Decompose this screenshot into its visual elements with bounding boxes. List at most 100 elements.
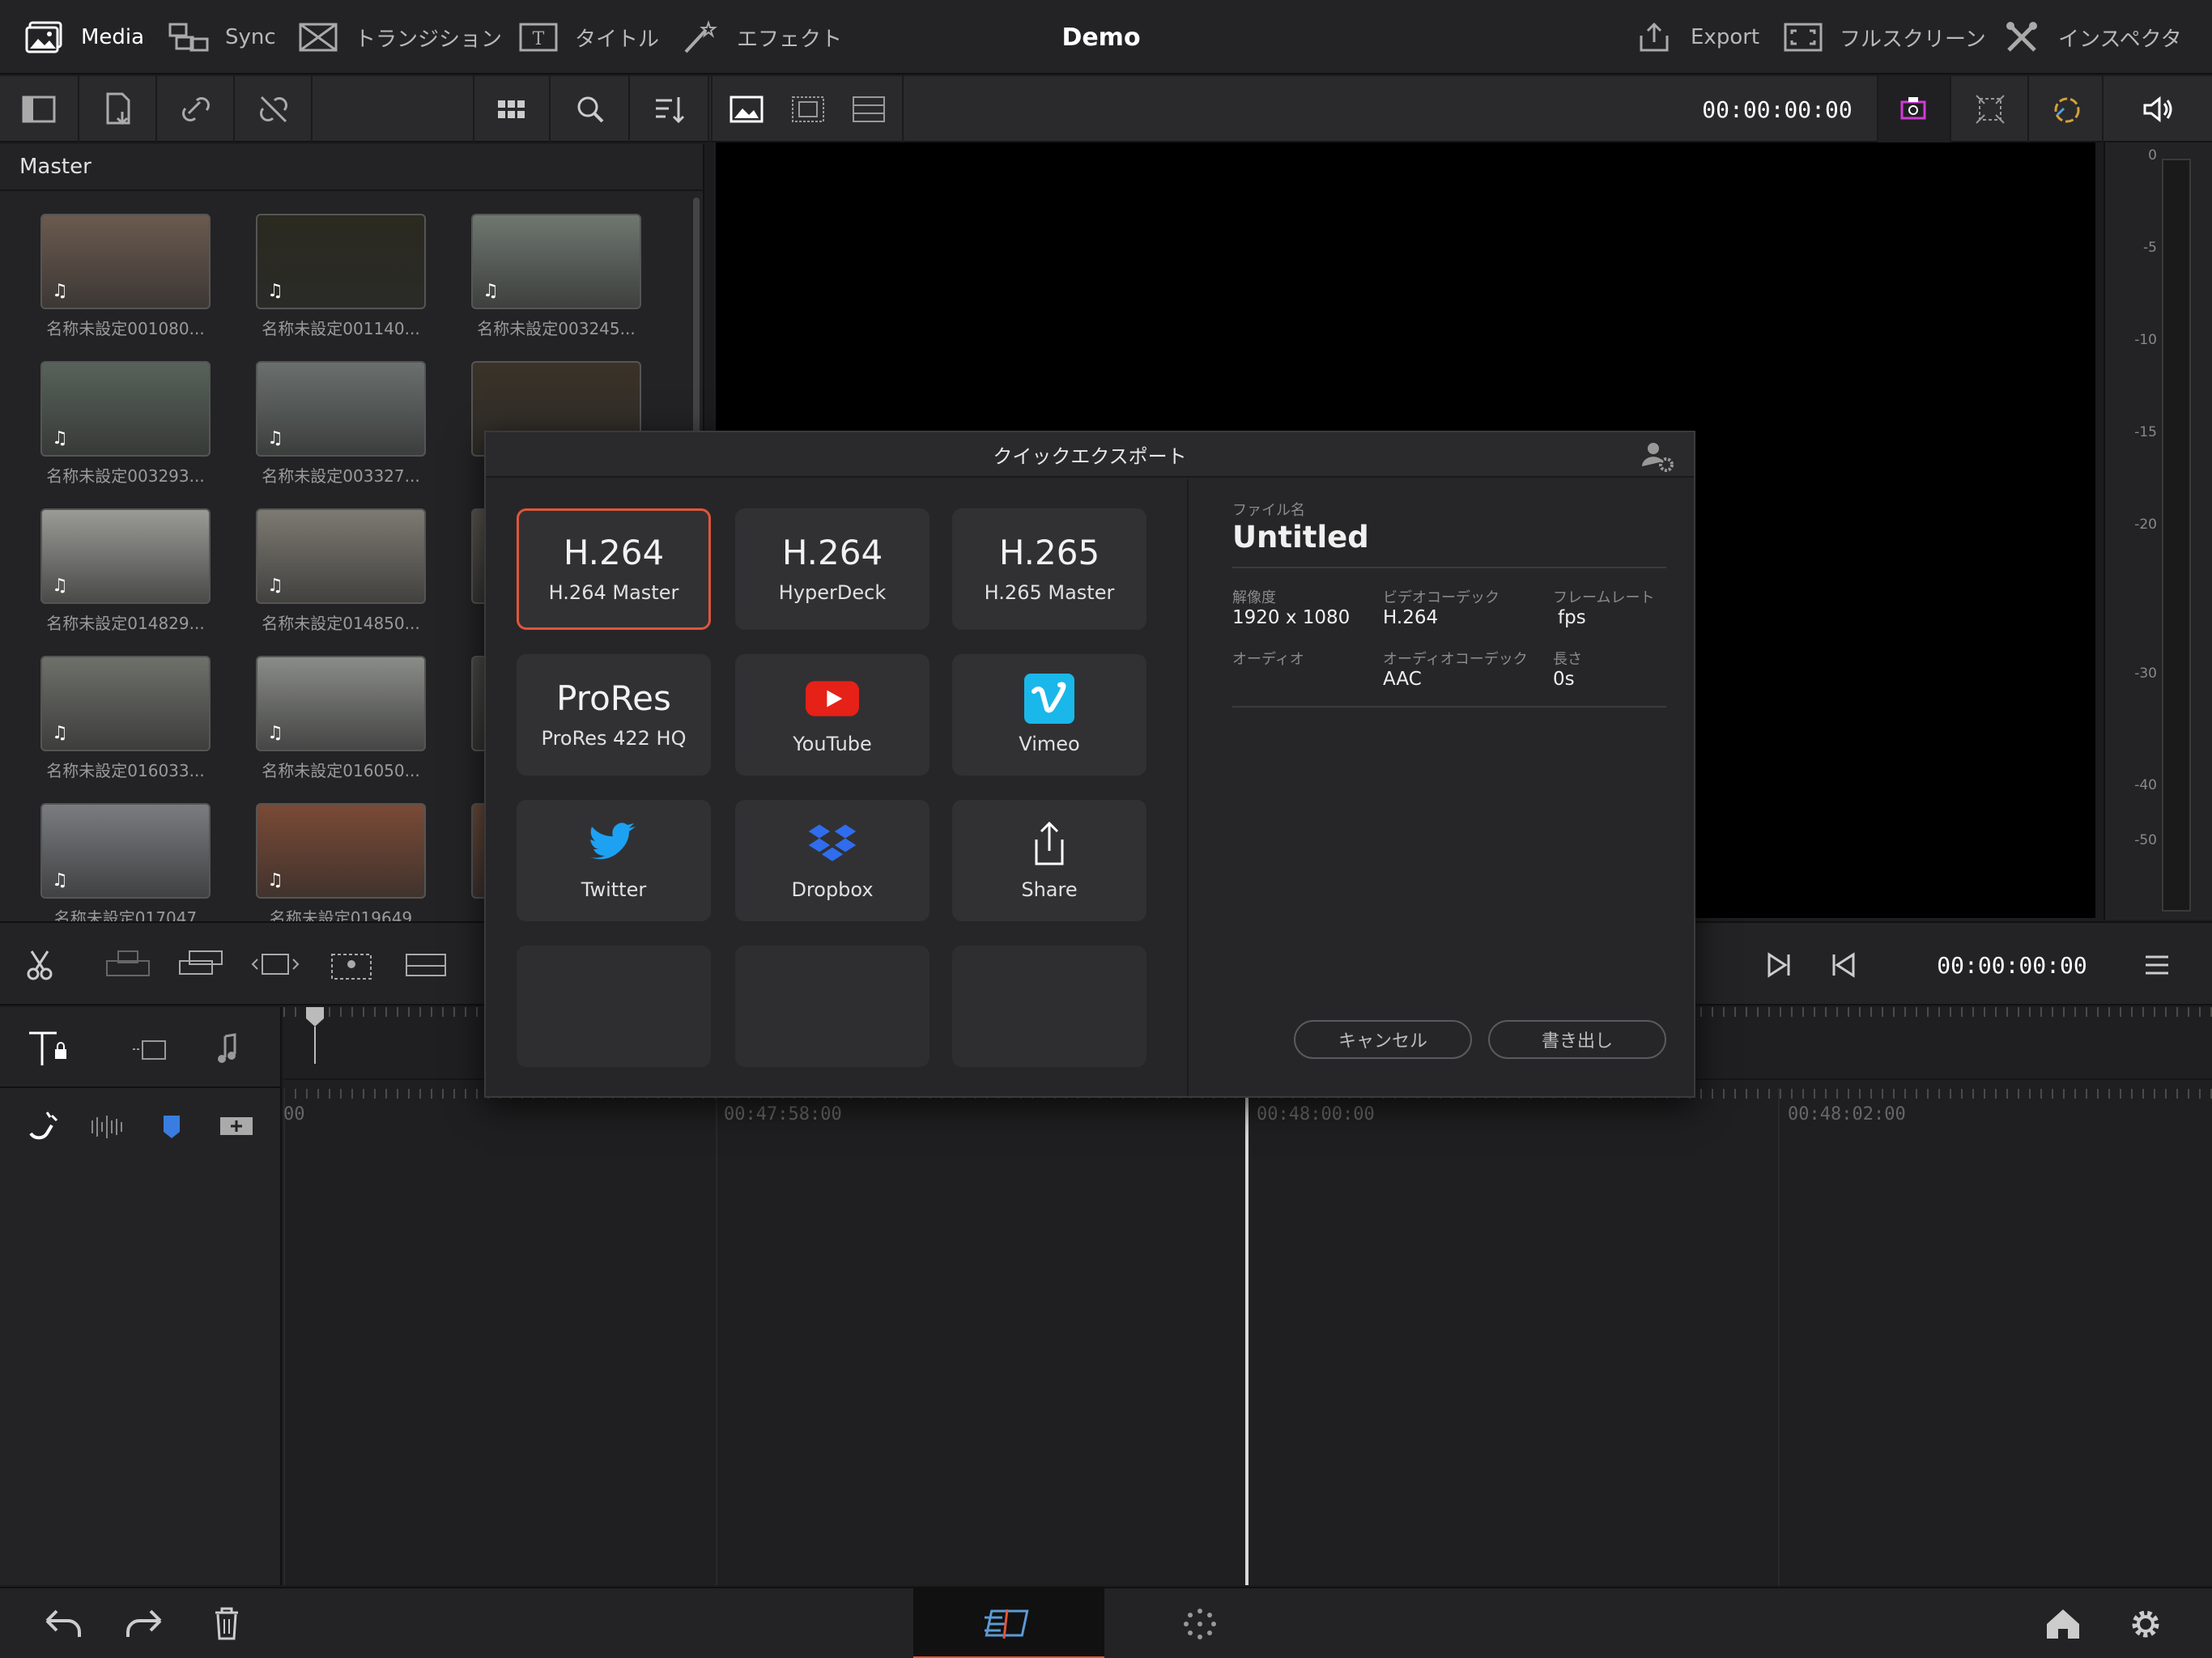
preset-h264-master[interactable]: H.264 H.264 Master <box>517 508 711 630</box>
clip-item[interactable]: ♫ 名称未設定016050... <box>248 656 434 781</box>
blade-button[interactable] <box>16 941 65 989</box>
preset-share[interactable]: Share <box>952 800 1146 921</box>
insert-clip-button[interactable] <box>104 941 152 989</box>
clip-item[interactable]: ♫ 名称未設定016033... <box>32 656 219 781</box>
safe-area-button[interactable] <box>781 76 836 142</box>
toggle-sidebar-button[interactable] <box>0 76 79 142</box>
fullscreen-button[interactable]: フルスクリーン <box>1781 0 1986 74</box>
camera-source-button[interactable] <box>1877 76 1951 142</box>
transition-tab[interactable]: トランジション <box>296 0 502 74</box>
still-view-button[interactable] <box>711 76 781 142</box>
clip-thumbnail: ♫ <box>256 803 426 899</box>
preset-h265-master[interactable]: H.265 H.265 Master <box>952 508 1146 630</box>
clip-item[interactable]: ♫ 名称未設定017047 <box>32 803 219 929</box>
place-on-top-button[interactable] <box>327 941 376 989</box>
preset-vimeo[interactable]: Vimeo <box>952 654 1146 776</box>
clip-item[interactable]: ♫ 名称未設定001140... <box>248 214 434 339</box>
clip-item[interactable]: ♫ 名称未設定003293... <box>32 361 219 487</box>
twitter-icon <box>587 820 640 869</box>
export-button[interactable]: Export <box>1632 0 1759 74</box>
overlay-button[interactable] <box>836 76 904 142</box>
effect-tab[interactable]: エフェクト <box>678 0 842 74</box>
playhead-line[interactable] <box>1245 1098 1249 1585</box>
audio-waveform-button[interactable] <box>84 1104 130 1150</box>
clip-item[interactable]: ♫ 名称未設定003327... <box>248 361 434 487</box>
audio-label: オーディオ <box>1232 651 1304 668</box>
clip-item[interactable]: ♫ 名称未設定014829... <box>32 508 219 634</box>
audio-note-icon: ♫ <box>52 428 68 449</box>
toolbar: 00:00:00:00 <box>0 76 2212 142</box>
cancel-button[interactable]: キャンセル <box>1294 1020 1472 1059</box>
preset-label: Dropbox <box>791 878 874 901</box>
replace-clip-button[interactable] <box>251 941 300 989</box>
audio-track-button[interactable] <box>201 1027 257 1075</box>
preset-twitter[interactable]: Twitter <box>517 800 711 921</box>
clip-thumbnail: ♫ <box>40 508 211 604</box>
marker-button[interactable] <box>149 1104 194 1150</box>
preset-empty-slot <box>735 946 929 1067</box>
search-button[interactable] <box>552 76 630 142</box>
clip-item[interactable]: ♫ 名称未設定003245... <box>463 214 649 339</box>
track-lock-button[interactable] <box>24 1027 89 1075</box>
transform-button[interactable] <box>1953 76 2029 142</box>
export-confirm-button[interactable]: 書き出し <box>1488 1020 1666 1059</box>
settings-button[interactable] <box>2121 1600 2170 1648</box>
clip-item[interactable]: ♫ 名称未設定019649 <box>248 803 434 929</box>
undo-button[interactable] <box>39 1603 87 1645</box>
append-button[interactable] <box>402 941 450 989</box>
add-track-button[interactable] <box>212 1104 261 1150</box>
media-tab[interactable]: Media <box>23 0 144 74</box>
title-tab[interactable]: T タイトル <box>517 0 659 74</box>
color-effects-button[interactable] <box>2031 76 2104 142</box>
snap-button[interactable] <box>19 1104 65 1150</box>
title-tab-label: タイトル <box>575 27 660 52</box>
clip-thumbnail: ♫ <box>256 656 426 751</box>
meter-tick: -5 <box>2143 240 2157 256</box>
sync-tab[interactable]: Sync <box>167 0 276 74</box>
link-button[interactable] <box>159 76 235 142</box>
resolution-value: 1920 x 1080 <box>1232 607 1351 628</box>
media-pool-scrollbar[interactable] <box>693 198 700 440</box>
preset-empty-slot <box>952 946 1146 1067</box>
image-icon <box>730 96 764 123</box>
cut-page-tab[interactable] <box>1174 1600 1226 1648</box>
dialog-settings-button[interactable] <box>1640 439 1676 474</box>
edit-page-icon <box>985 1609 1029 1639</box>
sync-tab-label: Sync <box>225 25 276 49</box>
delete-button[interactable] <box>202 1603 251 1645</box>
duration-label: 長さ <box>1553 651 1582 668</box>
preset-youtube[interactable]: YouTube <box>735 654 929 776</box>
sort-button[interactable] <box>632 76 709 142</box>
transition-icon <box>296 19 340 55</box>
preset-label: Share <box>1021 878 1078 901</box>
import-button[interactable] <box>81 76 157 142</box>
preset-hyperdeck[interactable]: H.264 HyperDeck <box>735 508 929 630</box>
clip-name: 名称未設定003327... <box>262 466 420 486</box>
preset-dropbox[interactable]: Dropbox <box>735 800 929 921</box>
next-edit-button[interactable] <box>1755 941 1804 989</box>
magnet-icon <box>29 1112 58 1140</box>
redo-button[interactable] <box>120 1603 168 1645</box>
clip-thumbnail: ♫ <box>256 214 426 309</box>
bin-title: Master <box>19 155 91 179</box>
playhead-top[interactable] <box>303 1007 327 1064</box>
home-button[interactable] <box>2039 1600 2087 1648</box>
preset-label: HyperDeck <box>778 581 887 605</box>
grid-view-button[interactable] <box>473 76 551 142</box>
top-menu-bar: Media Sync トランジション T タイトル エフェクト Demo Exp… <box>0 0 2212 74</box>
clip-item[interactable]: ♫ 名称未設定014850... <box>248 508 434 634</box>
clip-name: 名称未設定014829... <box>46 614 205 633</box>
video-track-button[interactable] <box>130 1027 186 1075</box>
edit-page-tab[interactable] <box>913 1588 1104 1658</box>
menu-button[interactable] <box>2133 941 2181 989</box>
preset-prores[interactable]: ProRes ProRes 422 HQ <box>517 654 711 776</box>
inspector-button[interactable]: インスペクタ <box>2000 0 2182 74</box>
overwrite-clip-button[interactable] <box>177 941 225 989</box>
audio-button[interactable] <box>2105 76 2212 142</box>
clip-item[interactable]: ♫ 名称未設定001080... <box>32 214 219 339</box>
filename-field[interactable]: Untitled <box>1232 520 1369 555</box>
clip-name: 名称未設定016033... <box>46 761 205 780</box>
previous-edit-button[interactable] <box>1819 941 1867 989</box>
inspector-label: インスペクタ <box>2058 27 2182 52</box>
unlink-button[interactable] <box>236 76 313 142</box>
